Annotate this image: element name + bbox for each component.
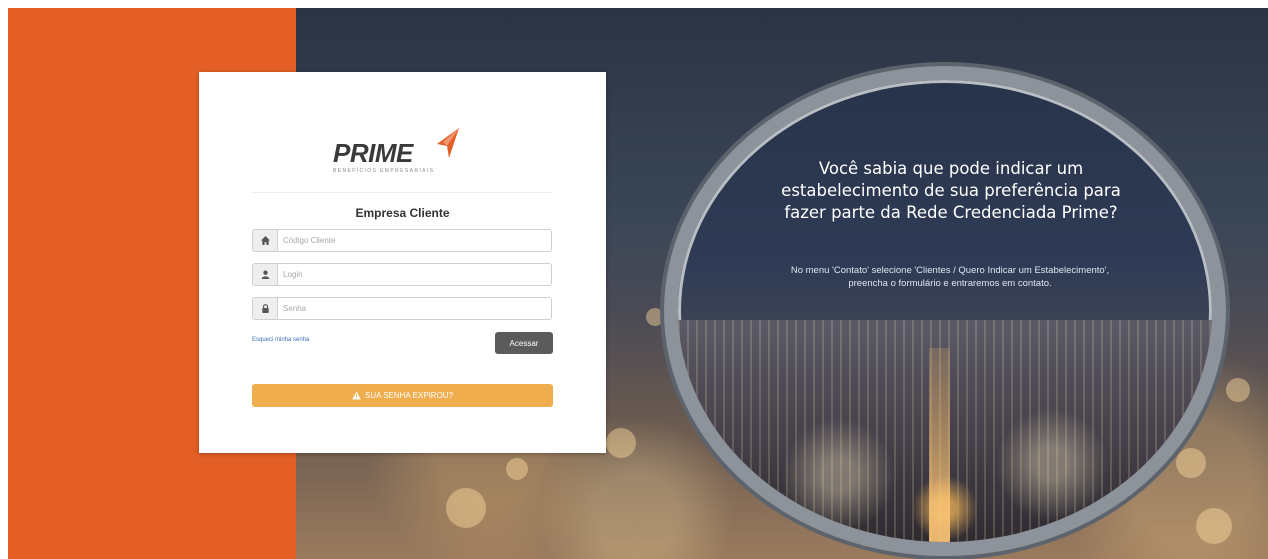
login-card: PRIME BENEFÍCIOS EMPRESARIAIS Empresa Cl… [199, 72, 606, 453]
forgot-password-link[interactable]: Esqueci minha senha [252, 337, 309, 343]
client-code-field[interactable] [252, 229, 552, 252]
client-code-input[interactable] [283, 230, 545, 251]
promo-headline-line: estabelecimento de sua preferência para [781, 181, 1121, 200]
promo-headline-line: Você sabia que pode indicar um [818, 159, 1084, 178]
login-field[interactable] [252, 263, 552, 286]
user-icon [253, 264, 278, 285]
paper-plane-icon [437, 128, 459, 158]
expired-password-label: SUA SENHA EXPIROU? [364, 391, 454, 400]
login-title: Empresa Cliente [355, 206, 450, 220]
password-field[interactable] [252, 297, 552, 320]
prime-logo: PRIME BENEFÍCIOS EMPRESARIAIS [333, 128, 459, 178]
promo-headline-line: fazer parte da Rede Credenciada Prime? [784, 203, 1118, 222]
logo-tagline: BENEFÍCIOS EMPRESARIAIS [333, 168, 435, 174]
password-input[interactable] [283, 298, 545, 319]
lock-icon [253, 298, 278, 319]
login-page: Você sabia que pode indicar um estabelec… [8, 8, 1268, 559]
divider [251, 192, 553, 193]
home-icon [253, 230, 278, 251]
highway-lights [928, 347, 951, 542]
login-input[interactable] [283, 264, 545, 285]
promo-headline: Você sabia que pode indicar um estabelec… [766, 158, 1136, 224]
promo-subtext-line: No menu 'Contato' selecione 'Clientes / … [790, 265, 1110, 276]
promo-subtext: No menu 'Contato' selecione 'Clientes / … [744, 264, 1156, 290]
magnifying-glass-image [664, 66, 1226, 556]
warning-icon [352, 391, 361, 400]
logo-wordmark: PRIME [333, 138, 413, 168]
promo-subtext-line: preencha o formulário e entraremos em co… [848, 278, 1052, 289]
access-button[interactable]: Acessar [495, 332, 553, 354]
expired-password-button[interactable]: SUA SENHA EXPIROU? [252, 384, 553, 407]
